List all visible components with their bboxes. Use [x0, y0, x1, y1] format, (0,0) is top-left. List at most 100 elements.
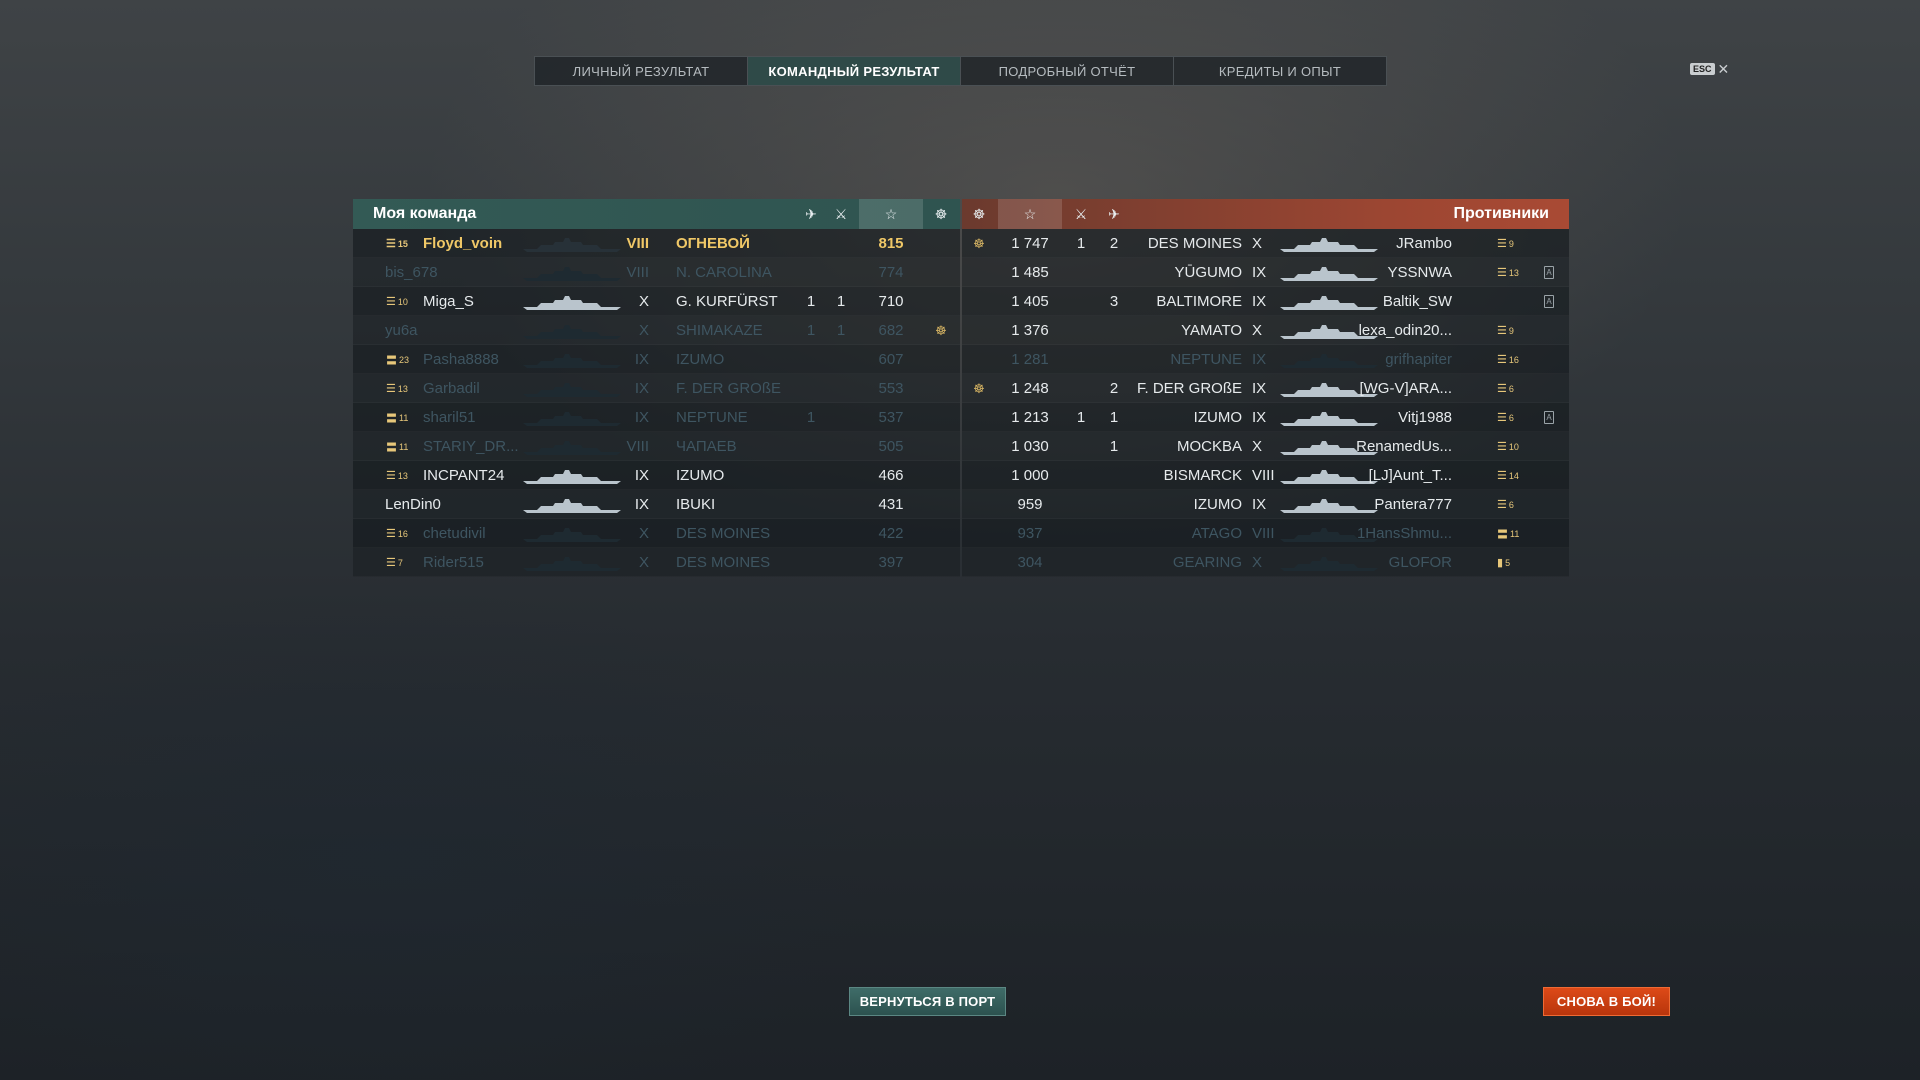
rank-icon: ☰: [1497, 499, 1507, 511]
ship-tier: IX: [634, 380, 649, 397]
table-row[interactable]: 1 213 1 1 IZUMO IX Vitj1988 ☰ 6 A: [962, 403, 1569, 432]
table-row[interactable]: ☰ 16 chetudivil X DES MOINES 422: [353, 519, 960, 548]
base-xp: 710: [878, 293, 904, 310]
ships-destroyed: [1066, 519, 1096, 548]
ship-silhouette: [523, 461, 621, 490]
table-row[interactable]: ☰ 10 Miga_S X G. KURFÜRST 1 1 710: [353, 287, 960, 316]
tab-report[interactable]: ПОДРОБНЫЙ ОТЧЁТ: [961, 57, 1174, 85]
medal-icon: ☸: [973, 235, 985, 251]
rank-cell: ☰ 15: [386, 229, 408, 258]
medal-icon: ☸: [934, 205, 948, 222]
ship-tier: IX: [634, 409, 649, 426]
table-row[interactable]: 1 281 NEPTUNE IX grifhapiter ☰ 16: [962, 345, 1569, 374]
table-row[interactable]: yu6a X SHIMAKAZE 1 1 682 ☸: [353, 316, 960, 345]
medal-icon: ☸: [973, 380, 985, 396]
table-row[interactable]: bis_678 VIII N. CAROLINA 774: [353, 258, 960, 287]
base-xp: 537: [878, 409, 904, 426]
base-xp: 1 405: [1011, 293, 1049, 310]
return-to-port-button[interactable]: ВЕРНУТЬСЯ В ПОРТ: [849, 987, 1006, 1016]
table-row[interactable]: ☸ 1 248 2 F. DER GROßE IX [WG-V]ARA... ☰ 6: [962, 374, 1569, 403]
rank-cell: 〓 11: [386, 432, 408, 461]
tab-team[interactable]: КОМАНДНЫЙ РЕЗУЛЬТАТ: [748, 57, 961, 85]
ship-silhouette-icon: [523, 353, 621, 368]
plane-icon: ✈: [805, 205, 817, 222]
rank-number: 23: [399, 354, 410, 365]
table-row[interactable]: 〓 11 sharil51 IX NEPTUNE 1 537: [353, 403, 960, 432]
ship-silhouette: [523, 519, 621, 548]
ship-name: GEARING: [1172, 554, 1242, 571]
table-row[interactable]: ☸ 1 747 1 2 DES MOINES X JRambo ☰ 9: [962, 229, 1569, 258]
base-xp: 774: [878, 264, 904, 281]
tab-personal[interactable]: ЛИЧНЫЙ РЕЗУЛЬТАТ: [535, 57, 748, 85]
tab-credits[interactable]: КРЕДИТЫ И ОПЫТ: [1174, 57, 1386, 85]
planes-destroyed: [796, 229, 826, 258]
player-name: Pantera777: [1374, 496, 1452, 513]
crossed-swords-icon: ⚔: [1074, 205, 1088, 222]
ship-tier: X: [1252, 235, 1263, 252]
table-row[interactable]: 304 GEARING X GLOFOR ▮ 5: [962, 548, 1569, 577]
ships-destroyed: [1066, 548, 1096, 577]
close-button[interactable]: ESC ✕: [1690, 62, 1729, 76]
battle-again-button[interactable]: СНОВА В БОЙ!: [1543, 987, 1670, 1016]
division-badge-icon: A: [1544, 266, 1554, 279]
ships-destroyed: [1066, 287, 1096, 316]
table-row[interactable]: 1 000 BISMARCK VIII [LJ]Aunt_T... ☰ 14: [962, 461, 1569, 490]
rank-cell: ☰ 9: [1497, 229, 1514, 258]
ship-name: IZUMO: [1193, 409, 1242, 426]
ships-destroyed: 1: [836, 322, 846, 339]
rank-icon: 〓: [386, 441, 397, 454]
base-xp: 304: [1017, 554, 1043, 571]
rank-number: 5: [1505, 557, 1511, 568]
my-team-list: ☰ 15 Floyd_voin VIII ОГНЕВОЙ 815 bis_678 VIII N.…: [353, 229, 960, 577]
ship-tier: IX: [634, 467, 649, 484]
ship-name: IZUMO: [676, 467, 725, 484]
ship-tier: VIII: [626, 235, 649, 252]
planes-destroyed: 1: [806, 322, 816, 339]
rank-number: 6: [1508, 383, 1514, 394]
rank-cell: ☰ 14: [1497, 461, 1519, 490]
player-name: RenamedUs...: [1356, 438, 1452, 455]
ship-name: NEPTUNE: [676, 409, 748, 426]
table-row[interactable]: 1 030 1 MOCKBA X RenamedUs... ☰ 10: [962, 432, 1569, 461]
rank-icon: ☰: [386, 470, 396, 482]
table-row[interactable]: 1 405 3 BALTIMORE IX Baltik_SW A: [962, 287, 1569, 316]
rank-cell: 〓 11: [386, 403, 408, 432]
rank-icon: 〓: [386, 412, 397, 425]
division-badge-icon: A: [1544, 411, 1554, 424]
table-row[interactable]: ☰ 15 Floyd_voin VIII ОГНЕВОЙ 815: [353, 229, 960, 258]
rank-icon: ☰: [1497, 325, 1507, 337]
table-row[interactable]: ☰ 13 INCPANT24 IX IZUMO 466: [353, 461, 960, 490]
base-xp: 937: [1017, 525, 1043, 542]
table-row[interactable]: 959 IZUMO IX Pantera777 ☰ 6: [962, 490, 1569, 519]
rank-number: 6: [1508, 412, 1514, 423]
table-row[interactable]: 〓 11 STARIY_DR... VIII ЧАПАЕВ 505: [353, 432, 960, 461]
ship-silhouette-icon: [523, 295, 621, 310]
table-row[interactable]: 937 ATAGO VIII 1HansShmu... 〓 11: [962, 519, 1569, 548]
rank-number: 10: [397, 296, 408, 307]
ship-tier: VIII: [626, 264, 649, 281]
enemy-team-header: ☸ ☆ ⚔ ✈ Противники: [962, 199, 1569, 229]
rank-icon: ☰: [1497, 470, 1507, 482]
table-row[interactable]: 1 485 YŪGUMO IX YSSNWA ☰ 13 A: [962, 258, 1569, 287]
ship-tier: VIII: [1252, 525, 1275, 542]
planes-destroyed: 1: [806, 409, 816, 426]
rank-icon: ☰: [386, 296, 396, 308]
ship-name: ОГНЕВОЙ: [676, 235, 750, 252]
ships-destroyed: 1: [1076, 409, 1086, 426]
table-row[interactable]: LenDin0 IX IBUKI 431: [353, 490, 960, 519]
table-row[interactable]: ☰ 7 Rider515 X DES MOINES 397: [353, 548, 960, 577]
rank-number: 11: [399, 412, 409, 423]
ship-tier: X: [638, 293, 649, 310]
ship-tier: VIII: [1252, 467, 1275, 484]
rank-number: 7: [397, 557, 403, 568]
ship-name: IBUKI: [676, 496, 716, 513]
ship-tier: IX: [1252, 380, 1267, 397]
ship-name: BISMARCK: [1163, 467, 1242, 484]
table-row[interactable]: ☰ 13 Garbadil IX F. DER GROßE 553: [353, 374, 960, 403]
table-row[interactable]: 〓 23 Pasha8888 IX IZUMO 607: [353, 345, 960, 374]
plane-icon: ✈: [1108, 205, 1120, 222]
table-row[interactable]: 1 376 YAMATO Xlexa_odin20... ☰ 9: [962, 316, 1569, 345]
player-name: sharil51: [423, 409, 476, 426]
ships-destroyed: 1: [836, 293, 846, 310]
base-xp: 815: [878, 235, 904, 252]
